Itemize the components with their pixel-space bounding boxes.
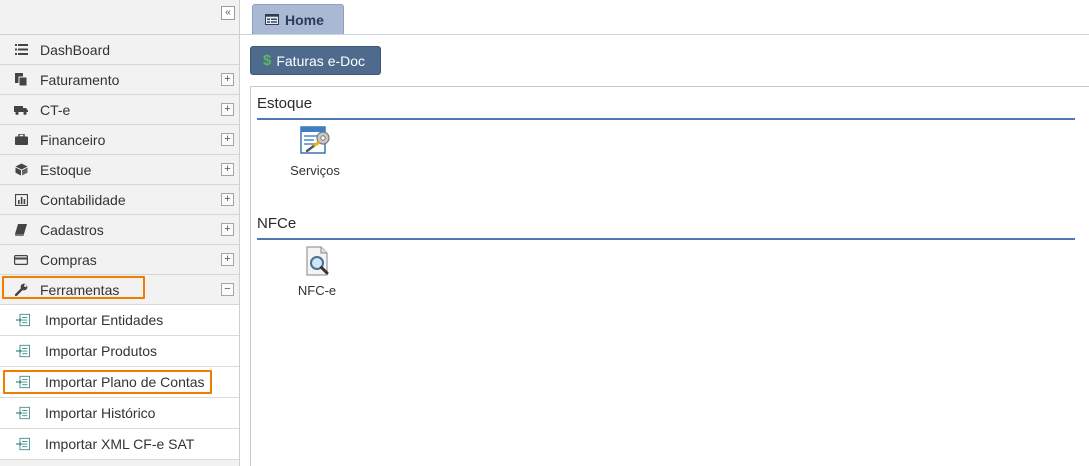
expand-toggle[interactable]: + [221, 223, 234, 236]
sidebar-item-label: DashBoard [40, 41, 111, 58]
tab-bar: Home [240, 0, 1089, 35]
document-search-icon [301, 245, 333, 277]
sidebar-subitem-importar-xml-cfe-sat[interactable]: Importar XML CF-e SAT [0, 429, 239, 460]
faturas-edoc-button[interactable]: $ Faturas e-Doc [250, 46, 381, 75]
sidebar-header: « [0, 0, 239, 35]
section-title-nfce: NFCe [257, 213, 1075, 240]
cube-icon [14, 163, 28, 177]
sidebar-item-estoque[interactable]: Estoque + [0, 155, 239, 185]
sidebar-item-label: Estoque [40, 161, 92, 178]
import-icon [16, 437, 30, 451]
section-title-estoque: Estoque [257, 93, 1075, 120]
sidebar-subitem-importar-produtos[interactable]: Importar Produtos [0, 336, 239, 367]
sidebar-item-cadastros[interactable]: Cadastros + [0, 215, 239, 245]
import-icon [16, 344, 30, 358]
expand-toggle[interactable]: + [221, 133, 234, 146]
expand-toggle[interactable]: + [221, 193, 234, 206]
main-content: Home $ Faturas e-Doc Estoque Serviços NF… [240, 0, 1089, 466]
dollar-icon: $ [263, 52, 272, 69]
copy-icon [14, 73, 28, 87]
sidebar-item-label: Financeiro [40, 131, 106, 148]
collapse-sidebar-button[interactable]: « [221, 6, 235, 20]
bar-chart-icon [14, 193, 28, 207]
shortcut-label: NFC-e [297, 283, 337, 298]
sidebar-item-label: Ferramentas [40, 281, 120, 298]
sidebar-item-ferramentas[interactable]: Ferramentas − [0, 275, 239, 305]
tab-label: Home [285, 11, 324, 28]
collapse-toggle[interactable]: − [221, 283, 234, 296]
sidebar-subitem-importar-entidades[interactable]: Importar Entidades [0, 305, 239, 336]
expand-toggle[interactable]: + [221, 163, 234, 176]
services-icon [299, 125, 331, 157]
wrench-icon [14, 283, 28, 297]
import-icon [16, 375, 30, 389]
sidebar-item-cte[interactable]: CT-e + [0, 95, 239, 125]
truck-icon [14, 103, 28, 117]
home-tab-icon [265, 14, 279, 25]
sidebar-subitem-label: Importar Produtos [45, 343, 158, 359]
sidebar-subitem-importar-historico[interactable]: Importar Histórico [0, 398, 239, 429]
shortcut-label: Serviços [290, 163, 340, 178]
expand-toggle[interactable]: + [221, 103, 234, 116]
sidebar-item-contabilidade[interactable]: Contabilidade + [0, 185, 239, 215]
shortcut-servicos[interactable]: Serviços [275, 125, 355, 178]
book-icon [14, 223, 28, 237]
credit-card-icon [14, 253, 28, 267]
sidebar-item-label: Compras [40, 251, 97, 268]
import-icon [16, 406, 30, 420]
sidebar-item-label: Cadastros [40, 221, 104, 238]
shortcuts-panel: Estoque Serviços NFCe NFC-e [250, 86, 1089, 466]
shortcut-nfce[interactable]: NFC-e [277, 245, 357, 298]
briefcase-icon [14, 133, 28, 147]
sidebar: « DashBoard Faturamento + CT-e + Finance… [0, 0, 240, 466]
tab-home[interactable]: Home [252, 4, 344, 34]
sidebar-item-faturamento[interactable]: Faturamento + [0, 65, 239, 95]
list-icon [14, 43, 28, 57]
sidebar-subitem-label: Importar Plano de Contas [45, 374, 205, 390]
sidebar-item-label: Faturamento [40, 71, 120, 88]
expand-toggle[interactable]: + [221, 253, 234, 266]
sidebar-item-dashboard[interactable]: DashBoard [0, 35, 239, 65]
sidebar-subitem-importar-plano-de-contas[interactable]: Importar Plano de Contas [0, 367, 239, 398]
sidebar-subitem-label: Importar Entidades [45, 312, 164, 328]
sidebar-item-label: Contabilidade [40, 191, 126, 208]
sidebar-item-label: CT-e [40, 101, 71, 118]
sidebar-subitem-label: Importar Histórico [45, 405, 156, 421]
expand-toggle[interactable]: + [221, 73, 234, 86]
sidebar-item-financeiro[interactable]: Financeiro + [0, 125, 239, 155]
sidebar-subitem-label: Importar XML CF-e SAT [45, 436, 195, 452]
faturas-edoc-label: Faturas e-Doc [276, 52, 366, 69]
sidebar-item-compras[interactable]: Compras + [0, 245, 239, 275]
import-icon [16, 313, 30, 327]
